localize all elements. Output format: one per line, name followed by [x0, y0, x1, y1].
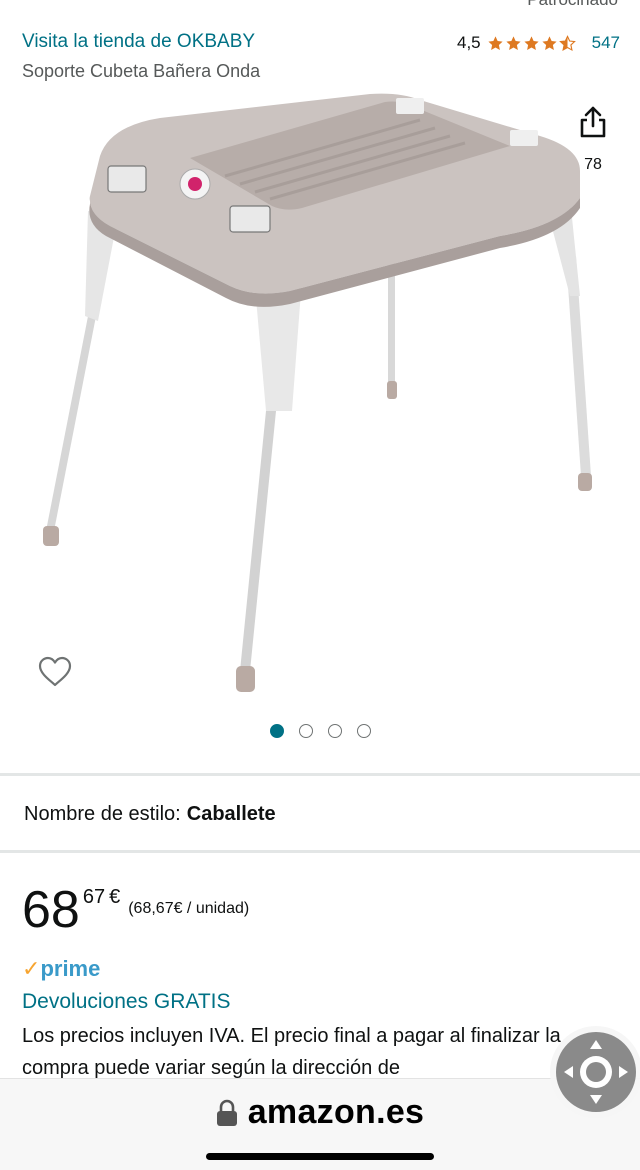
product-image[interactable] — [40, 86, 600, 706]
clip-left — [107, 165, 147, 193]
prime-badge[interactable]: ✓ prime — [22, 957, 100, 981]
clip-front — [229, 205, 271, 233]
star-full-icon — [506, 35, 521, 50]
price-block: 68 67 € (68,67€ / unidad) — [22, 880, 249, 940]
heart-icon — [38, 656, 72, 687]
lock-icon — [216, 1099, 237, 1126]
leg-back-left-foot — [387, 381, 397, 399]
section-divider — [0, 773, 640, 776]
style-label: Nombre de estilo: — [24, 803, 181, 825]
browser-bar: amazon.es — [0, 1078, 640, 1170]
carousel-dots[interactable] — [0, 724, 640, 738]
price-whole: 68 — [22, 881, 80, 939]
prime-label: prime — [40, 956, 101, 981]
direction-pad-icon — [564, 1040, 628, 1104]
url-text: amazon.es — [247, 1093, 425, 1131]
leg-front — [240, 391, 278, 671]
rating-stars — [487, 34, 576, 52]
leg-left — [46, 306, 98, 531]
clip-right — [510, 130, 538, 146]
sponsored-label: Patrocinado — [527, 0, 618, 10]
product-title: Soporte Cubeta Bañera Onda — [22, 61, 261, 81]
carousel-dot[interactable] — [327, 724, 342, 738]
rating-value: 4,5 — [456, 33, 481, 52]
free-returns-link[interactable]: Devoluciones GRATIS — [22, 990, 231, 1014]
floating-nav-inner — [556, 1032, 636, 1112]
star-full-icon — [542, 35, 557, 50]
star-full-icon — [488, 35, 503, 50]
wishlist-button[interactable] — [34, 652, 76, 692]
leg-left-foot — [43, 526, 59, 546]
rating-summary[interactable]: 4,5 547 — [457, 33, 620, 53]
address-bar[interactable]: amazon.es — [0, 1093, 640, 1132]
star-full-icon — [524, 35, 539, 50]
clip-back — [396, 98, 424, 114]
brand-dot — [188, 177, 202, 191]
leg-right-foot — [578, 473, 592, 491]
tax-note: Los precios incluyen IVA. El precio fina… — [22, 1025, 561, 1079]
style-selector[interactable]: Nombre de estilo: Caballete — [24, 803, 276, 826]
carousel-dot[interactable] — [269, 724, 284, 738]
floating-nav-control[interactable] — [550, 1026, 640, 1118]
rating-count-link[interactable]: 547 — [592, 33, 620, 53]
store-link[interactable]: Visita la tienda de OKBABY — [22, 31, 255, 53]
price-currency: € — [109, 886, 121, 908]
carousel-dot[interactable] — [356, 724, 371, 738]
style-value: Caballete — [186, 803, 276, 825]
prime-check-icon: ✓ — [22, 956, 41, 981]
leg-front-foot — [236, 666, 255, 692]
star-half-icon — [558, 34, 576, 51]
unit-price: (68,67€ / unidad) — [128, 900, 250, 917]
section-divider — [0, 850, 640, 853]
carousel-dot[interactable] — [298, 724, 313, 738]
home-indicator — [206, 1153, 434, 1160]
price-fraction: 67 — [82, 886, 106, 908]
